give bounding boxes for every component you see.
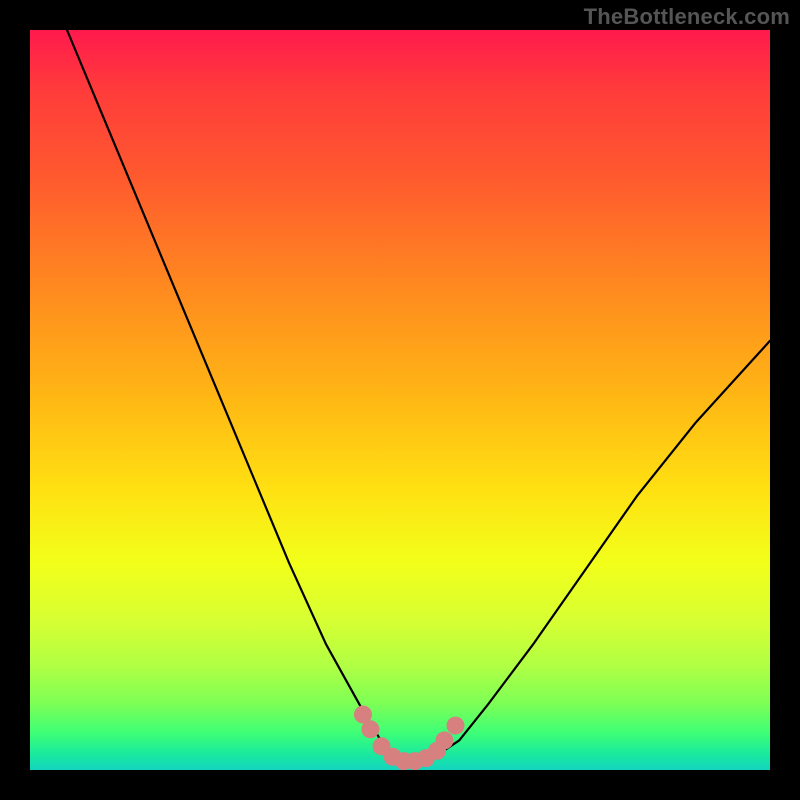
marker-point: [384, 748, 402, 766]
bottleneck-curve: [67, 30, 770, 763]
marker-point: [417, 749, 435, 767]
marker-point: [406, 752, 424, 770]
marker-point: [447, 717, 465, 735]
marker-point: [435, 731, 453, 749]
marker-point: [395, 752, 413, 770]
marker-point: [354, 706, 372, 724]
curve-svg: [30, 30, 770, 770]
watermark-label: TheBottleneck.com: [584, 4, 790, 30]
marker-point: [361, 720, 379, 738]
marker-point: [373, 737, 391, 755]
marker-point: [428, 742, 446, 760]
chart-frame: TheBottleneck.com: [0, 0, 800, 800]
plot-area: [30, 30, 770, 770]
highlighted-points: [354, 706, 465, 771]
